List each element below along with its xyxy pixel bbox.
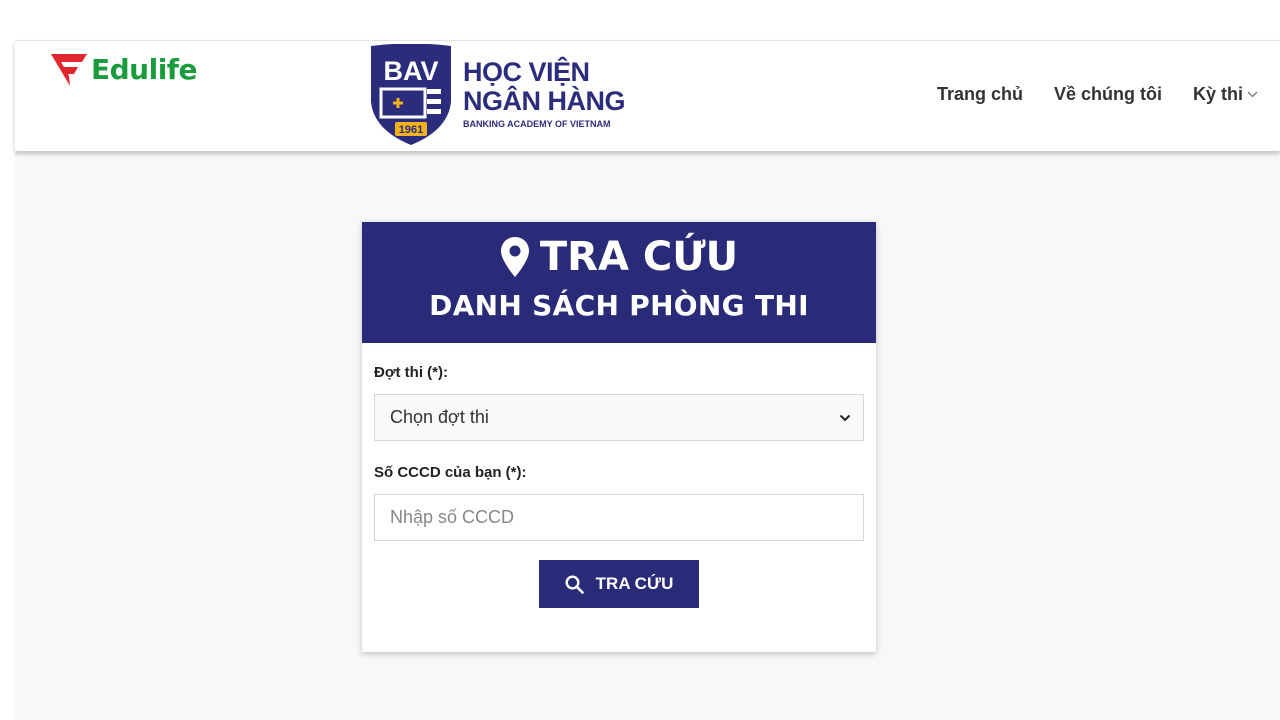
academy-name-line2: NGÂN HÀNG bbox=[463, 86, 626, 116]
edulife-mark-icon bbox=[51, 54, 87, 86]
academy-logo[interactable]: BAV 1961 HỌC VIỆN NGÂN HÀNG BANKING ACAD… bbox=[368, 44, 626, 146]
card-title-text: TRA CỨU bbox=[539, 234, 739, 280]
edulife-logo[interactable]: Edulife bbox=[50, 52, 197, 88]
search-icon bbox=[565, 574, 584, 594]
academy-name-en: BANKING ACADEMY OF VIETNAM bbox=[463, 119, 611, 129]
nav-home-label: Trang chủ bbox=[936, 84, 1023, 104]
id-number-input[interactable] bbox=[374, 494, 864, 541]
card-header: TRA CỨU DANH SÁCH PHÒNG THI bbox=[362, 222, 876, 343]
exam-period-select[interactable]: Chọn đợt thi bbox=[374, 394, 864, 441]
exam-period-selected: Chọn đợt thi bbox=[390, 407, 489, 427]
lookup-form: Đợt thi (*): Chọn đợt thi Số CCCD của bạ… bbox=[362, 343, 876, 608]
nav-exams-label: Kỳ thi bbox=[1192, 84, 1243, 104]
academy-shield-icon: BAV 1961 bbox=[371, 44, 451, 145]
card-title: TRA CỨU bbox=[362, 234, 876, 280]
lookup-card: TRA CỨU DANH SÁCH PHÒNG THI Đợt thi (*):… bbox=[362, 222, 876, 652]
map-pin-icon bbox=[500, 237, 529, 277]
nav-exams[interactable]: Kỳ thi bbox=[1193, 84, 1258, 105]
academy-abbr: BAV bbox=[383, 56, 438, 86]
chevron-down-icon bbox=[839, 414, 851, 421]
nav-about-label: Về chúng tôi bbox=[1053, 84, 1162, 104]
search-button[interactable]: TRA CỨU bbox=[539, 560, 699, 608]
nav-about[interactable]: Về chúng tôi bbox=[1054, 84, 1162, 105]
academy-name: HỌC VIỆN NGÂN HÀNG BANKING ACADEMY OF VI… bbox=[463, 57, 626, 130]
chevron-down-icon bbox=[1247, 91, 1258, 98]
edulife-wordmark: Edulife bbox=[91, 53, 197, 86]
academy-name-line1: HỌC VIỆN bbox=[463, 57, 590, 87]
card-subtitle: DANH SÁCH PHÒNG THI bbox=[429, 289, 809, 322]
exam-period-label: Đợt thi (*): bbox=[374, 364, 448, 381]
id-number-label: Số CCCD của bạn (*): bbox=[374, 464, 527, 481]
search-button-label: TRA CỨU bbox=[595, 574, 674, 593]
academy-year: 1961 bbox=[399, 124, 423, 136]
nav-home[interactable]: Trang chủ bbox=[937, 84, 1023, 105]
main-nav: Trang chủ Về chúng tôi Kỳ thi bbox=[937, 84, 1258, 105]
